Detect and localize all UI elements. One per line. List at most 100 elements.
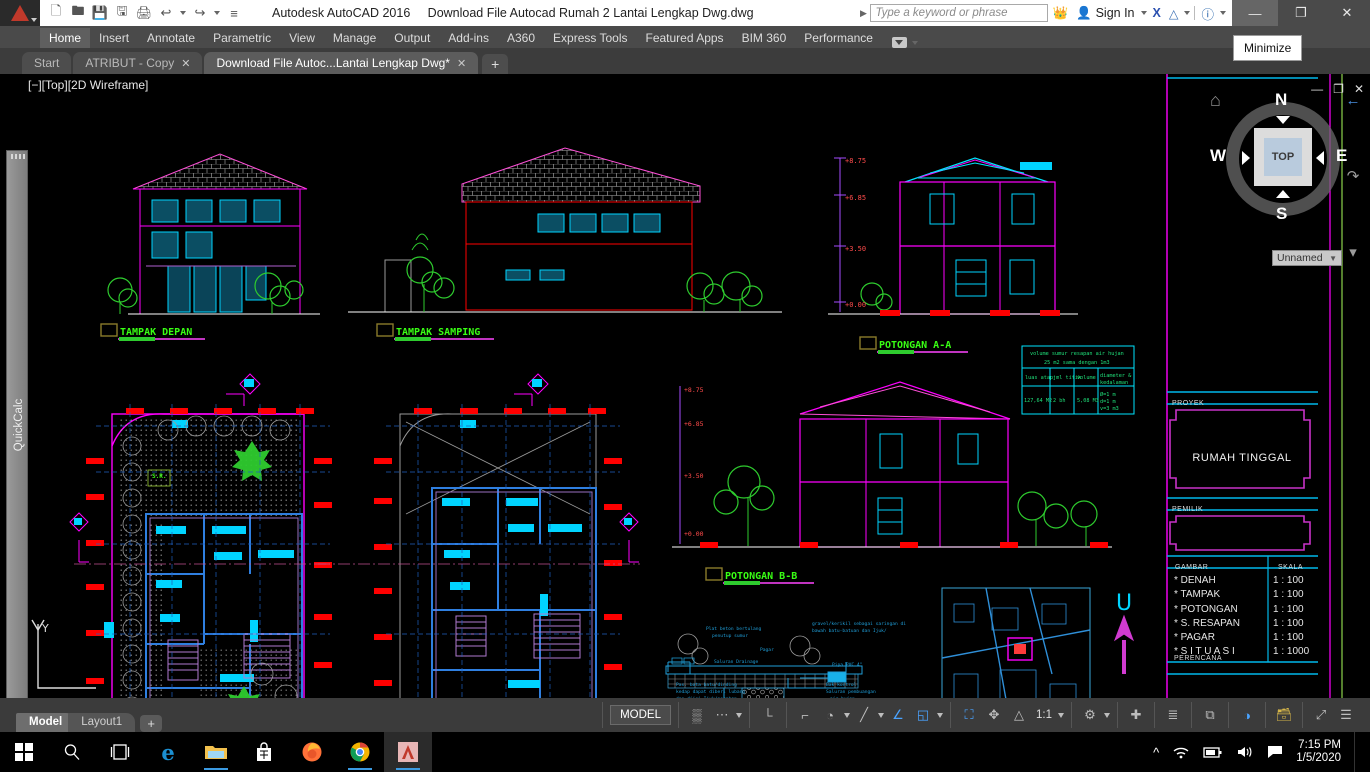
annotation-scale-label[interactable]: 1:1 (1033, 703, 1055, 727)
save-as-icon[interactable]: 🖫 (112, 3, 132, 23)
ribbon-tab-express-tools[interactable]: Express Tools (544, 28, 636, 48)
ucs-combo-box[interactable]: Unnamed ▼ (1272, 250, 1342, 266)
open-file-icon[interactable]: 🖿 (68, 3, 88, 23)
dynamic-input-toggle[interactable]: ✚ (1125, 703, 1147, 727)
add-layout-button[interactable]: + (140, 715, 163, 732)
autocad-taskbar-icon[interactable] (384, 732, 432, 772)
viewport-close-button[interactable]: ✕ (1354, 82, 1364, 96)
chevron-down-icon[interactable]: ▼ (1329, 254, 1337, 263)
annotation-monitor-toggle[interactable]: △ (1008, 703, 1030, 727)
search-icon[interactable] (48, 732, 96, 772)
isolate-objects-icon[interactable]: ⧉ (1199, 703, 1221, 727)
view-cube-top-face[interactable]: TOP (1254, 128, 1312, 186)
minimize-button[interactable]: — (1232, 0, 1278, 26)
infer-constraints-toggle[interactable]: └ (757, 703, 779, 727)
chrome-icon[interactable] (336, 732, 384, 772)
ortho-mode-toggle[interactable]: ⌐ (794, 703, 816, 727)
viewport-restore-button[interactable]: ❐ (1333, 82, 1344, 96)
home-icon[interactable]: ⌂ (1210, 90, 1221, 111)
edge-browser-icon[interactable]: e (144, 732, 192, 772)
ribbon-tab-insert[interactable]: Insert (90, 28, 138, 48)
view-cube-arrow-left-icon[interactable] (1316, 151, 1324, 165)
panel-grip-icon[interactable] (11, 154, 25, 159)
view-cube-arrow-down-icon[interactable] (1276, 116, 1290, 124)
battery-icon[interactable] (1203, 745, 1223, 759)
wifi-icon[interactable] (1172, 745, 1190, 759)
ribbon-tab-view[interactable]: View (280, 28, 324, 48)
new-file-icon[interactable]: 🗋 (46, 3, 66, 23)
tray-settings-icon[interactable]: 🗃 (1273, 703, 1295, 727)
redo-icon[interactable]: ↪ (190, 3, 210, 23)
task-view-icon[interactable] (96, 732, 144, 772)
new-file-tab-button[interactable]: + (482, 54, 509, 74)
close-icon[interactable]: ✕ (181, 57, 190, 70)
close-button[interactable]: ✕ (1324, 0, 1370, 26)
model-tab[interactable]: Model (16, 713, 76, 732)
ribbon-minimize-control[interactable] (891, 37, 920, 48)
ribbon-tab-annotate[interactable]: Annotate (138, 28, 204, 48)
taskbar-clock[interactable]: 7:15 PM 1/5/2020 (1296, 739, 1341, 765)
file-tab-start[interactable]: Start (22, 52, 72, 74)
ribbon-tab-featured-apps[interactable]: Featured Apps (637, 28, 733, 48)
application-menu-button[interactable] (0, 0, 40, 26)
workspace-dropdown-icon[interactable] (1104, 712, 1110, 718)
a360-dropdown-icon[interactable] (1184, 11, 1191, 15)
view-cube[interactable]: ⌂ TOP N S E W (1210, 90, 1348, 224)
view-cube-arrow-right-icon[interactable] (1242, 151, 1250, 165)
model-space-button[interactable]: MODEL (610, 705, 671, 725)
sign-in-dropdown-icon[interactable] (1140, 11, 1147, 15)
compass-north-label[interactable]: N (1275, 90, 1287, 110)
maximize-button[interactable]: ❐ (1278, 0, 1324, 26)
object-snap-toggle[interactable]: ╱ (853, 703, 875, 727)
compass-south-label[interactable]: S (1276, 204, 1287, 224)
volume-icon[interactable] (1236, 745, 1254, 759)
grid-display-toggle[interactable]: ▒ (686, 703, 708, 727)
file-explorer-icon[interactable] (192, 732, 240, 772)
save-icon[interactable]: 💾 (90, 3, 110, 23)
redo-dropdown-icon[interactable] (214, 11, 220, 15)
ribbon-state-dropdown-icon[interactable] (911, 40, 918, 45)
start-button[interactable] (0, 732, 48, 772)
ribbon-tab-addins[interactable]: Add-ins (439, 28, 498, 48)
ribbon-tab-performance[interactable]: Performance (795, 28, 882, 48)
snap-dropdown-icon[interactable] (736, 712, 742, 718)
undo-icon[interactable]: ↩ (156, 3, 176, 23)
lineweight-toggle[interactable]: ≣ (1162, 703, 1184, 727)
compass-west-label[interactable]: W (1210, 146, 1226, 166)
firefox-icon[interactable] (288, 732, 336, 772)
quickcalc-panel[interactable]: QuickCalc (6, 150, 28, 698)
file-tab-download-file-autocad[interactable]: Download File Autoc...Lantai Lengkap Dwg… (204, 52, 479, 74)
polar-tracking-toggle[interactable]: ◔ (819, 703, 841, 727)
polar-dropdown-icon[interactable] (844, 712, 850, 718)
sign-in-button[interactable]: 👤 Sign In (1072, 0, 1139, 26)
action-center-icon[interactable] (1267, 745, 1283, 759)
ucs-dropdown-icon[interactable] (937, 712, 943, 718)
qat-customize-icon[interactable]: ≡ (224, 3, 244, 23)
viewport-minimize-button[interactable]: — (1311, 82, 1323, 96)
ribbon-tab-parametric[interactable]: Parametric (204, 28, 280, 48)
clean-screen-toggle[interactable]: ⤢ (1310, 703, 1332, 727)
exchange-apps-icon[interactable]: X (1148, 0, 1165, 26)
ribbon-tab-bim360[interactable]: BIM 360 (733, 28, 796, 48)
show-desktop-button[interactable] (1354, 732, 1360, 772)
show-hidden-icons[interactable]: ^ (1153, 745, 1159, 760)
snap-mode-toggle[interactable]: ⋯ (711, 703, 733, 727)
close-icon[interactable]: ✕ (457, 57, 466, 70)
osnap-dropdown-icon[interactable] (878, 712, 884, 718)
undo-dropdown-icon[interactable] (180, 11, 186, 15)
search-binoculars-icon[interactable]: 👑 (1048, 0, 1073, 26)
ribbon-tab-home[interactable]: Home (40, 28, 91, 48)
plot-icon[interactable]: 🖨 (134, 3, 154, 23)
microsoft-store-icon[interactable] (240, 732, 288, 772)
navbar-menu-icon[interactable]: ▾ (1349, 243, 1357, 261)
help-dropdown-icon[interactable] (1220, 11, 1226, 15)
orbit-icon[interactable]: ↷ (1347, 167, 1360, 185)
search-input[interactable]: Type a keyword or phrase (870, 4, 1049, 22)
drawing-canvas[interactable]: [−][Top][2D Wireframe] +8.75 +6.85 +3.50… (0, 74, 1370, 698)
viewport-label[interactable]: [−][Top][2D Wireframe] (28, 78, 148, 92)
annotation-visibility-toggle[interactable]: ⛶ (958, 703, 980, 727)
ribbon-tab-a360[interactable]: A360 (498, 28, 544, 48)
object-snap-tracking-toggle[interactable]: ∠ (887, 703, 909, 727)
autoscale-toggle[interactable]: ✥ (983, 703, 1005, 727)
ribbon-tab-output[interactable]: Output (385, 28, 439, 48)
